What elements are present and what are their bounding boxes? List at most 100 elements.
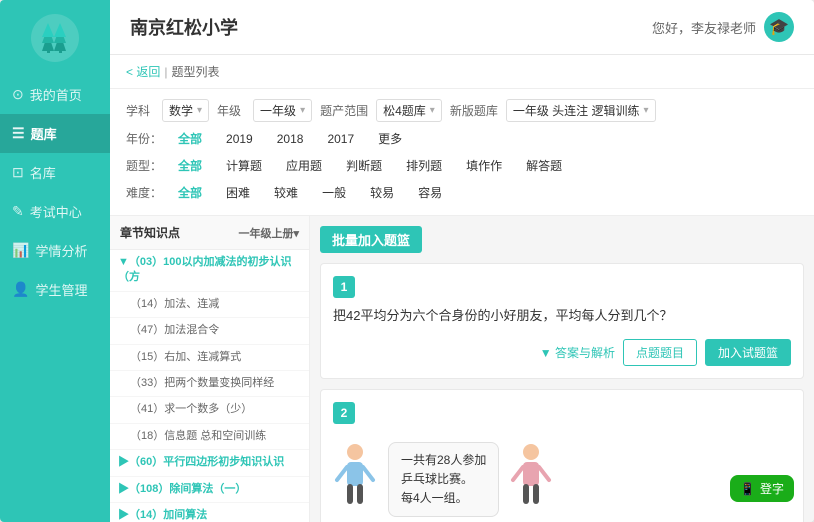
main-area: 南京红松小学 您好，李友禄老师 🎓 < 返回 | 题型列表 学科 bbox=[110, 0, 814, 522]
question-actions-1: ▼ 答案与解析 点题题目 加入试题篮 bbox=[333, 339, 791, 366]
sidebar-item-home-label: 我的首页 bbox=[30, 85, 82, 104]
illustration: 一共有28人参加 乒乓球比赛。 每4人一组。 bbox=[333, 432, 791, 522]
expand-btn-1[interactable]: ▼ 答案与解析 bbox=[540, 344, 615, 361]
wechat-label: 登字 bbox=[760, 480, 784, 497]
diff-label: 难度： bbox=[126, 184, 162, 201]
grade-label: 年级 bbox=[217, 102, 245, 119]
diff-tag-1[interactable]: 困难 bbox=[218, 182, 258, 203]
students-icon: 👤 bbox=[12, 281, 29, 298]
sidebar-item-library-label: 名库 bbox=[30, 163, 56, 182]
tree-item-9[interactable]: ▶（14）加间算法 bbox=[110, 503, 309, 522]
type-tag-4[interactable]: 排列题 bbox=[398, 155, 450, 176]
tree-item-6-label: （18）信息题 总和空间训练 bbox=[130, 430, 266, 442]
library-icon: ⊡ bbox=[12, 164, 24, 181]
diff-tag-3[interactable]: 一般 bbox=[314, 182, 354, 203]
scope-select[interactable]: 松4题库 ▾ bbox=[376, 99, 442, 122]
speech-bubble: 一共有28人参加 乒乓球比赛。 每4人一组。 bbox=[388, 442, 499, 518]
wechat-badge[interactable]: 📱 登字 bbox=[730, 475, 794, 502]
year-tag-3[interactable]: 2017 bbox=[319, 130, 362, 148]
header: 南京红松小学 您好，李友禄老师 🎓 bbox=[110, 0, 814, 55]
logo bbox=[25, 10, 85, 65]
tree-item-9-label: ▶（14）加间算法 bbox=[118, 509, 207, 521]
filter-row-3: 题型： 全部 计算题 应用题 判断题 排列题 填作作 解答题 bbox=[126, 155, 798, 176]
subject-select[interactable]: 数学 ▾ bbox=[162, 99, 209, 122]
speech-line-2: 乒乓球比赛。 bbox=[401, 470, 486, 489]
chapter-label: 章节知识点 bbox=[120, 224, 180, 241]
filter-row-1: 学科 数学 ▾ 年级 一年级 ▾ 题产范围 松4题库 ▾ 新版题 bbox=[126, 99, 798, 122]
sidebar-item-exam-label: 考试中心 bbox=[30, 202, 82, 221]
app-container: ⊙ 我的首页 ☰ 题库 ⊡ 名库 ✎ 考试中心 📊 学情分析 👤 学生管理 bbox=[0, 0, 814, 522]
diff-tag-2[interactable]: 较难 bbox=[266, 182, 306, 203]
home-icon: ⊙ bbox=[12, 86, 24, 103]
scope-label: 题产范围 bbox=[320, 102, 368, 119]
sidebar-item-analysis-label: 学情分析 bbox=[35, 241, 87, 260]
year-tag-2[interactable]: 2018 bbox=[269, 130, 312, 148]
grade-arrow: ▾ bbox=[300, 105, 305, 116]
tree-item-6[interactable]: （18）信息题 总和空间训练 bbox=[110, 424, 309, 450]
grade-select[interactable]: 一年级 ▾ bbox=[253, 99, 312, 122]
type-tag-1[interactable]: 计算题 bbox=[218, 155, 270, 176]
tree-item-5[interactable]: （41）求一个数多（少） bbox=[110, 397, 309, 423]
scope-value: 松4题库 bbox=[383, 102, 426, 119]
user-avatar: 🎓 bbox=[764, 12, 794, 42]
right-panel-header: 批量加入题篮 bbox=[320, 226, 804, 253]
range-select[interactable]: 一年级 头连注 逻辑训练 ▾ bbox=[506, 99, 656, 122]
person-left bbox=[333, 442, 378, 517]
filter-row-4: 难度： 全部 困难 较难 一般 较易 容易 bbox=[126, 182, 798, 203]
diff-tag-5[interactable]: 容易 bbox=[410, 182, 450, 203]
sidebar-item-students[interactable]: 👤 学生管理 bbox=[0, 270, 110, 309]
diff-tag-0[interactable]: 全部 bbox=[170, 182, 210, 203]
main-content: 章节知识点 一年级上册▾ ▼（03）100以内加减法的初步认识（方 （14）加法… bbox=[110, 216, 814, 522]
year-tag-0[interactable]: 全部 bbox=[170, 128, 210, 149]
left-panel-header: 章节知识点 一年级上册▾ bbox=[110, 216, 309, 250]
back-link[interactable]: < 返回 bbox=[126, 63, 160, 80]
person-right bbox=[509, 442, 554, 517]
type-tag-2[interactable]: 应用题 bbox=[278, 155, 330, 176]
range-label: 新版题库 bbox=[450, 102, 498, 119]
wechat-icon: 📱 bbox=[740, 482, 755, 496]
tree-item-4[interactable]: （33）把两个数量变换同样经 bbox=[110, 371, 309, 397]
tree-item-1[interactable]: （14）加法、连减 bbox=[110, 292, 309, 318]
type-tag-3[interactable]: 判断题 bbox=[338, 155, 390, 176]
sidebar-item-library[interactable]: ⊡ 名库 bbox=[0, 153, 110, 192]
sidebar-item-analysis[interactable]: 📊 学情分析 bbox=[0, 231, 110, 270]
add-btn-1[interactable]: 加入试题篮 bbox=[705, 339, 791, 366]
tree-item-7[interactable]: ▶（60）平行四边形初步知识认识 bbox=[110, 450, 309, 476]
type-tag-5[interactable]: 填作作 bbox=[458, 155, 510, 176]
breadcrumb-separator: | bbox=[164, 65, 167, 79]
year-tag-more[interactable]: 更多 bbox=[370, 128, 410, 149]
tree-item-4-label: （33）把两个数量变换同样经 bbox=[130, 377, 274, 389]
subject-arrow: ▾ bbox=[197, 105, 202, 116]
tree-item-8-label: ▶（108）除间算法（一） bbox=[118, 483, 246, 495]
wrong-btn-1[interactable]: 点题题目 bbox=[623, 339, 697, 366]
analysis-icon: 📊 bbox=[12, 242, 29, 259]
type-tag-6[interactable]: 解答题 bbox=[518, 155, 570, 176]
filter-area: 学科 数学 ▾ 年级 一年级 ▾ 题产范围 松4题库 ▾ 新版题 bbox=[110, 89, 814, 216]
range-arrow: ▾ bbox=[644, 105, 649, 116]
diff-tag-4[interactable]: 较易 bbox=[362, 182, 402, 203]
sidebar-item-questions[interactable]: ☰ 题库 bbox=[0, 114, 110, 153]
tree-item-0-label: ▼（03）100以内加减法的初步认识（方 bbox=[118, 256, 291, 283]
sidebar-nav: ⊙ 我的首页 ☰ 题库 ⊡ 名库 ✎ 考试中心 📊 学情分析 👤 学生管理 bbox=[0, 75, 110, 309]
panel-title: 批量加入题篮 bbox=[320, 226, 422, 253]
user-info: 您好，李友禄老师 🎓 bbox=[652, 12, 794, 42]
sidebar-item-students-label: 学生管理 bbox=[35, 280, 87, 299]
tree-item-3-label: （15）右加、连减算式 bbox=[130, 351, 241, 363]
tree-item-0[interactable]: ▼（03）100以内加减法的初步认识（方 bbox=[110, 250, 309, 292]
year-tag-1[interactable]: 2019 bbox=[218, 130, 261, 148]
grade-dropdown[interactable]: 一年级上册▾ bbox=[238, 225, 299, 241]
filter-row-2: 年份： 全部 2019 2018 2017 更多 bbox=[126, 128, 798, 149]
speech-line-3: 每4人一组。 bbox=[401, 489, 486, 508]
type-tag-0[interactable]: 全部 bbox=[170, 155, 210, 176]
tree-item-3[interactable]: （15）右加、连减算式 bbox=[110, 345, 309, 371]
question-card-2: 2 bbox=[320, 389, 804, 522]
speech-line-1: 一共有28人参加 bbox=[401, 451, 486, 470]
tree-item-2[interactable]: （47）加法混合令 bbox=[110, 318, 309, 344]
tree-item-2-label: （47）加法混合令 bbox=[130, 324, 219, 336]
type-label: 题型： bbox=[126, 157, 162, 174]
tree-item-8[interactable]: ▶（108）除间算法（一） bbox=[110, 477, 309, 503]
tree-item-5-label: （41）求一个数多（少） bbox=[130, 403, 252, 415]
sidebar-item-exam[interactable]: ✎ 考试中心 bbox=[0, 192, 110, 231]
sidebar-item-home[interactable]: ⊙ 我的首页 bbox=[0, 75, 110, 114]
question-number-1: 1 bbox=[333, 276, 355, 298]
